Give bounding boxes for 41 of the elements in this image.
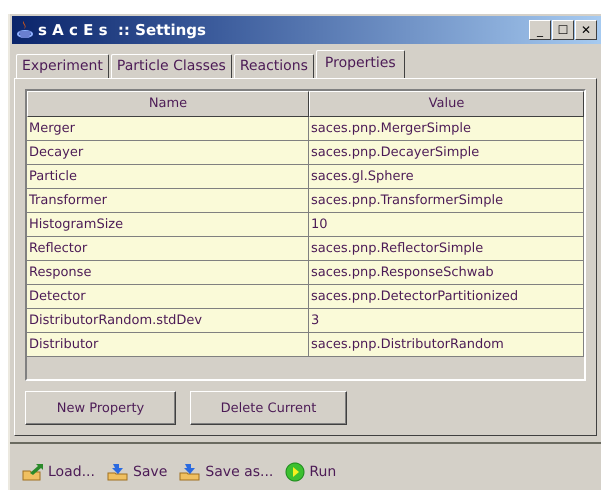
table-cell: Merger — [27, 117, 309, 141]
table-cell: 3 — [309, 309, 584, 333]
run-button[interactable]: Run — [285, 462, 336, 482]
tab[interactable]: Particle Classes — [110, 54, 232, 78]
table-cell: DistributorRandom.stdDev — [27, 309, 309, 333]
close-button[interactable]: ✕ — [575, 20, 597, 40]
table-cell: Particle — [27, 165, 309, 189]
load-button[interactable]: Load... — [22, 462, 95, 482]
delete-current-button[interactable]: Delete Current — [190, 391, 347, 425]
maximize-button[interactable]: ☐ — [552, 20, 574, 40]
table-cell: Distributor — [27, 333, 309, 357]
window-title: s A c E s :: Settings — [38, 21, 207, 39]
table-cell: Transformer — [27, 189, 309, 213]
folder-icon — [22, 463, 44, 481]
table-cell: Decayer — [27, 141, 309, 165]
save-button[interactable]: Save — [106, 462, 168, 482]
folder-icon — [179, 463, 202, 481]
table-cell: Response — [27, 261, 309, 285]
column-header[interactable]: Name — [27, 91, 309, 117]
play-icon — [285, 462, 306, 482]
minimize-button[interactable]: _ — [529, 20, 551, 40]
table-cell: Detector — [27, 285, 309, 309]
table-cell: saces.pnp.TransformerSimple — [309, 189, 584, 213]
table-cell: saces.pnp.DetectorPartitionized — [309, 285, 584, 309]
table-cell: saces.pnp.MergerSimple — [309, 117, 584, 141]
tab[interactable]: Experiment — [16, 54, 109, 78]
cup-icon — [16, 20, 34, 40]
table-cell: saces.pnp.DistributorRandom — [309, 333, 584, 357]
column-header[interactable]: Value — [309, 91, 584, 117]
table-cell: saces.pnp.DecayerSimple — [309, 141, 584, 165]
table-cell: 10 — [309, 213, 584, 237]
table-cell: saces.pnp.ReflectorSimple — [309, 237, 584, 261]
tab[interactable]: Reactions — [234, 54, 314, 78]
table-cell: HistogramSize — [27, 213, 309, 237]
tab[interactable]: Properties — [316, 50, 405, 78]
table-cell: Reflector — [27, 237, 309, 261]
table-cell: saces.gl.Sphere — [309, 165, 584, 189]
save-as-button[interactable]: Save as... — [179, 462, 274, 482]
table-cell: saces.pnp.ResponseSchwab — [309, 261, 584, 285]
new-property-button[interactable]: New Property — [25, 391, 176, 425]
folder-icon — [106, 463, 129, 481]
